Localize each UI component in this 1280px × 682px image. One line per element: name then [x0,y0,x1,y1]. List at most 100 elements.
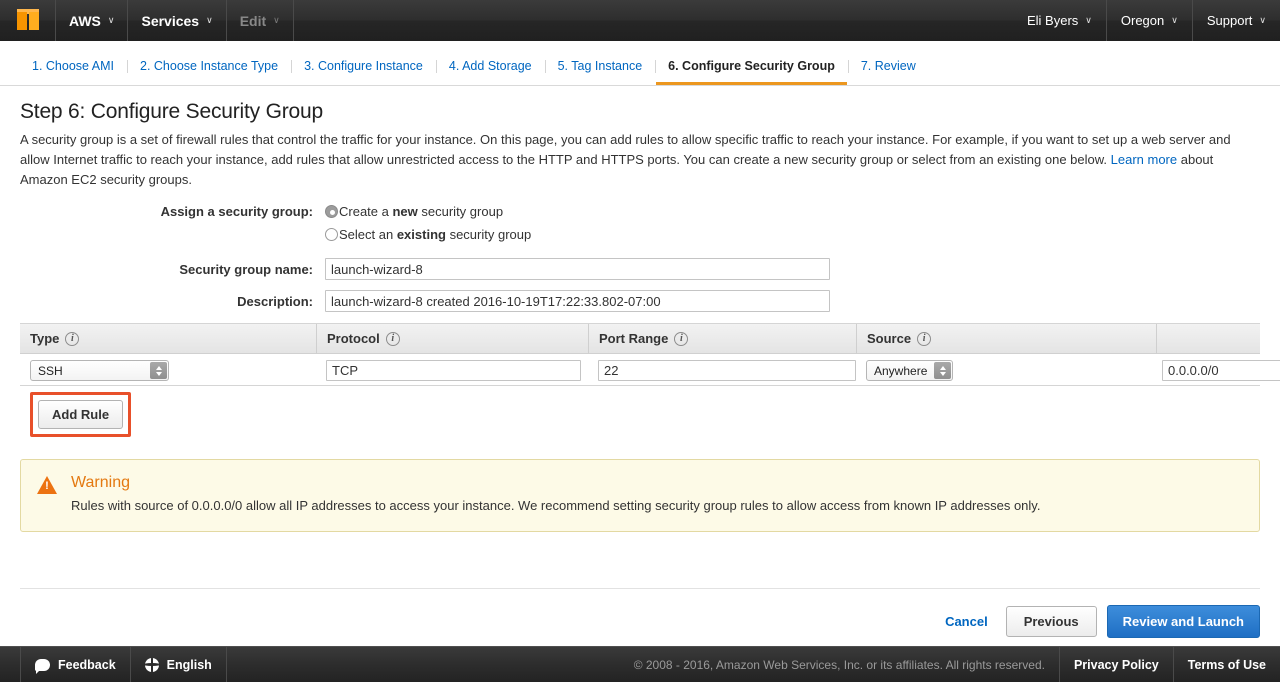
aws-logo[interactable] [0,0,56,41]
main-content: Step 6: Configure Security Group A secur… [0,86,1280,532]
nav-item-region[interactable]: Oregon ∨ [1105,0,1192,41]
security-group-name-label: Security group name: [179,261,313,277]
warning-text: Rules with source of 0.0.0.0/0 allow all… [71,498,1041,513]
feedback-link[interactable]: Feedback [20,647,131,682]
stepper-arrows-icon [150,362,167,379]
top-navigation-bar: AWS ∨ Services ∨ Edit ∨ Eli Byers ∨ Oreg… [0,0,1280,41]
nav-item-services-label: Services [141,12,200,29]
column-header-port-range-label: Port Range [599,331,669,346]
tab-choose-ami[interactable]: 1. Choose AMI [20,59,128,85]
add-rule-highlight-box: Add Rule [30,392,132,437]
nav-item-aws[interactable]: AWS ∨ [56,0,129,41]
rule-port-range-input[interactable] [598,360,856,381]
previous-button[interactable]: Previous [1005,606,1097,637]
rules-table-header: Type i Protocol i Port Range i Source i [20,323,1260,354]
nav-item-support[interactable]: Support ∨ [1191,0,1280,41]
rule-type-value: SSH [38,363,63,378]
tab-review[interactable]: 7. Review [849,59,928,85]
rule-source-scope-select[interactable]: Anywhere [866,360,953,381]
rule-type-cell: SSH [20,355,316,386]
column-header-type-label: Type [30,331,60,346]
table-row: SSH Anywhere × [20,354,1280,386]
description-row: Description: [20,290,1260,312]
bottom-footer-bar: Feedback English © 2008 - 2016, Amazon W… [0,646,1280,682]
info-icon-protocol[interactable]: i [385,331,400,346]
top-nav-right-group: Eli Byers ∨ Oregon ∨ Support ∨ [1013,0,1280,41]
support-label: Support [1206,13,1253,28]
security-group-name-row: Security group name: [20,258,1260,280]
rule-source-cell: Anywhere [856,355,1156,386]
warning-title: Warning [71,474,130,491]
radio-option-select-existing[interactable]: Select an existing security group [325,227,531,242]
learn-more-link[interactable]: Learn more [1111,152,1177,167]
rule-type-select[interactable]: SSH [30,360,169,381]
rule-cidr-and-delete-cell: × [1156,355,1280,386]
feedback-label: Feedback [58,657,116,672]
security-group-rules-table: Type i Protocol i Port Range i Source i [20,323,1280,386]
nav-item-edit-label: Edit [239,12,267,29]
warning-body: Warning Rules with source of 0.0.0.0/0 a… [71,474,1040,515]
radio-option-create-new[interactable]: Create a new security group [325,204,503,219]
radio-select-existing-suffix: security group [445,227,532,242]
footer-left-group: Feedback English [0,647,227,682]
language-selector[interactable]: English [131,647,227,682]
description-input[interactable] [325,290,830,312]
rule-protocol-cell [316,355,588,386]
language-label: English [166,657,212,672]
nav-item-account[interactable]: Eli Byers ∨ [1013,0,1106,41]
column-header-protocol-label: Protocol [327,331,380,346]
review-and-launch-button[interactable]: Review and Launch [1106,605,1260,638]
page-title: Step 6: Configure Security Group [20,100,323,123]
page-description-part1: A security group is a set of firewall ru… [20,132,1231,167]
radio-create-new-emphasis: new [392,204,418,219]
cancel-button[interactable]: Cancel [937,608,996,635]
tab-configure-security-group[interactable]: 6. Configure Security Group [656,59,849,85]
rule-source-cidr-input[interactable] [1162,360,1280,381]
info-icon-source[interactable]: i [917,331,932,346]
footer-right-group: © 2008 - 2016, Amazon Web Services, Inc.… [620,647,1280,682]
privacy-policy-link[interactable]: Privacy Policy [1058,647,1173,682]
assign-security-group-label: Assign a security group: [160,204,313,219]
top-nav-left-group: AWS ∨ Services ∨ Edit ∨ [0,0,294,41]
radio-select-existing[interactable] [325,228,338,241]
radio-select-existing-label: Select an existing security group [339,227,531,242]
column-header-type: Type i [20,324,316,354]
speech-bubble-icon [35,658,50,674]
radio-create-new-prefix: Create a [339,204,393,219]
security-group-name-input[interactable] [325,258,830,280]
radio-select-existing-emphasis: existing [396,227,446,242]
radio-create-new-suffix: security group [417,204,504,219]
chevron-down-icon: ∨ [1085,15,1092,25]
nav-item-aws-label: AWS [69,12,101,29]
tab-choose-instance-type[interactable]: 2. Choose Instance Type [128,59,293,85]
radio-create-new[interactable] [325,205,338,218]
globe-icon [144,657,159,672]
chevron-down-icon: ∨ [273,15,280,25]
column-header-source: Source i [856,323,1156,354]
region-label: Oregon [1120,13,1165,28]
assign-security-group-row: Assign a security group: Create a new se… [20,204,1260,219]
nav-item-edit[interactable]: Edit ∨ [227,0,294,41]
rule-port-range-cell [588,355,856,386]
info-icon-port-range[interactable]: i [674,331,689,346]
column-header-protocol: Protocol i [316,323,588,354]
tab-tag-instance[interactable]: 5. Tag Instance [546,59,656,85]
chevron-down-icon: ∨ [1171,15,1178,25]
page-description: A security group is a set of firewall ru… [20,130,1260,190]
radio-select-existing-prefix: Select an [339,227,397,242]
select-existing-row: Select an existing security group [20,227,1260,242]
info-icon-type[interactable]: i [65,331,80,346]
warning-triangle-icon: ! [37,476,57,494]
stepper-arrows-icon [934,362,951,379]
account-name-label: Eli Byers [1027,13,1079,28]
rules-table-body: SSH Anywhere × [20,354,1280,386]
nav-item-services[interactable]: Services ∨ [128,0,227,41]
tab-add-storage[interactable]: 4. Add Storage [437,59,546,85]
wizard-step-tabs: 1. Choose AMI 2. Choose Instance Type 3.… [0,41,1280,86]
warning-panel: ! Warning Rules with source of 0.0.0.0/0… [20,459,1260,532]
aws-cube-logo-icon [16,8,39,33]
add-rule-button[interactable]: Add Rule [38,400,124,429]
terms-of-use-link[interactable]: Terms of Use [1172,647,1280,682]
tab-configure-instance[interactable]: 3. Configure Instance [292,59,437,85]
rule-protocol-input[interactable] [326,360,581,381]
